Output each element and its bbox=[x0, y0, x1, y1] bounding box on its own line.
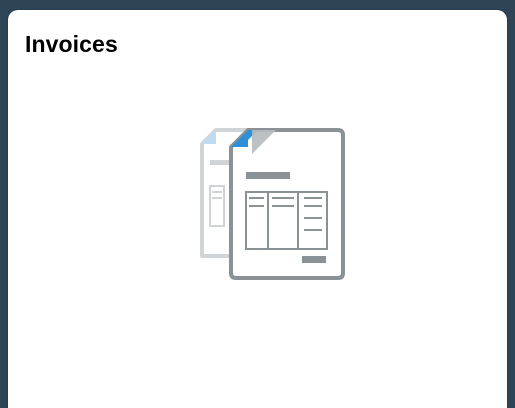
tile-title: Invoices bbox=[25, 31, 118, 57]
front-document-icon bbox=[229, 128, 345, 280]
invoice-documents-icon bbox=[200, 128, 345, 280]
invoices-tile[interactable]: Invoices bbox=[8, 10, 507, 408]
tile-frame: Invoices bbox=[0, 0, 515, 408]
